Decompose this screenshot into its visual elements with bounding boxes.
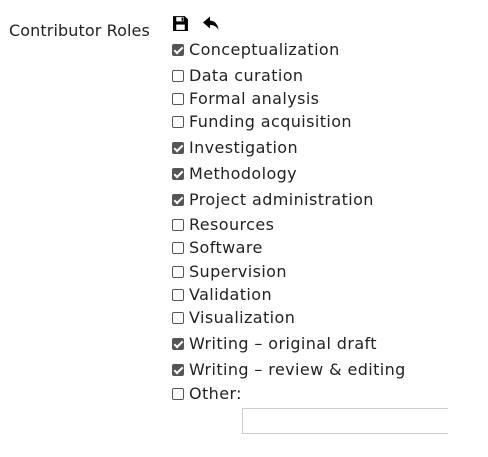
role-label: Other: (189, 384, 242, 403)
role-option-data-curation[interactable]: Data curation (172, 65, 303, 87)
checkbox[interactable] (172, 388, 184, 400)
role-label: Supervision (189, 262, 287, 281)
checkbox[interactable] (172, 266, 184, 278)
role-label: Conceptualization (189, 40, 340, 59)
role-option-writing-original-draft[interactable]: Writing – original draft (172, 333, 377, 355)
role-label: Software (189, 238, 263, 257)
checkbox[interactable] (172, 338, 184, 350)
checkbox[interactable] (172, 93, 184, 105)
checkbox[interactable] (172, 289, 184, 301)
role-option-other[interactable]: Other: (172, 383, 242, 405)
checkbox[interactable] (172, 364, 184, 376)
role-label: Visualization (189, 308, 296, 327)
checkbox[interactable] (172, 44, 184, 56)
role-option-investigation[interactable]: Investigation (172, 137, 298, 159)
contributor-roles-label: Contributor Roles (9, 21, 150, 40)
checkbox[interactable] (172, 219, 184, 231)
other-role-input[interactable] (242, 408, 448, 434)
role-option-methodology[interactable]: Methodology (172, 163, 297, 185)
role-label: Writing – original draft (189, 334, 377, 353)
role-option-resources[interactable]: Resources (172, 214, 274, 236)
role-label: Methodology (189, 164, 298, 183)
role-option-funding-acquisition[interactable]: Funding acquisition (172, 111, 352, 133)
save-icon[interactable] (172, 15, 190, 33)
role-option-project-administration[interactable]: Project administration (172, 189, 374, 211)
toolbar (172, 14, 220, 34)
role-label: Data curation (189, 66, 304, 85)
role-option-software[interactable]: Software (172, 237, 263, 259)
checkbox[interactable] (172, 312, 184, 324)
role-label: Validation (189, 285, 273, 304)
checkbox[interactable] (172, 168, 184, 180)
role-label: Investigation (189, 138, 299, 157)
role-option-validation[interactable]: Validation (172, 284, 272, 306)
role-label: Formal analysis (189, 89, 320, 108)
role-label: Resources (189, 215, 275, 234)
checkbox[interactable] (172, 242, 184, 254)
role-label: Writing – review & editing (189, 360, 406, 379)
contributor-roles-form: Contributor Roles Conceptualization Data… (0, 0, 488, 457)
checkbox[interactable] (172, 116, 184, 128)
checkbox[interactable] (172, 194, 184, 206)
undo-icon[interactable] (202, 15, 220, 33)
role-option-conceptualization[interactable]: Conceptualization (172, 39, 340, 61)
role-option-writing-review-editing[interactable]: Writing – review & editing (172, 359, 406, 381)
role-label: Funding acquisition (189, 112, 352, 131)
role-option-formal-analysis[interactable]: Formal analysis (172, 88, 319, 110)
role-option-visualization[interactable]: Visualization (172, 307, 295, 329)
role-label: Project administration (189, 190, 374, 209)
role-option-supervision[interactable]: Supervision (172, 261, 287, 283)
checkbox[interactable] (172, 142, 184, 154)
checkbox[interactable] (172, 70, 184, 82)
